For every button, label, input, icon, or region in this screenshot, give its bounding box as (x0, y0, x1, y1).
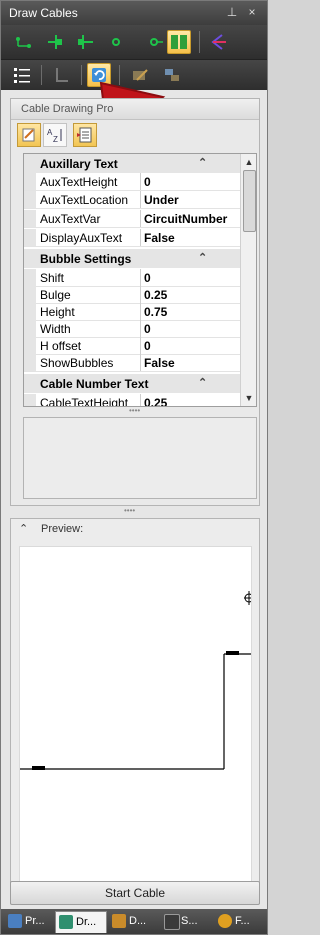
svg-text:Z: Z (53, 135, 58, 144)
tab-devices[interactable]: D... (109, 911, 157, 932)
cable-drawing-properties-group: Cable Drawing Pro AZ Auxillary Text ⌃ Au… (10, 98, 260, 506)
green-points-icon[interactable] (13, 31, 35, 53)
property-name: ShowBubbles (40, 356, 114, 370)
symbols-icon (164, 914, 180, 930)
panel-splitter[interactable]: •••• (10, 507, 258, 515)
collapse-icon[interactable]: ⌃ (198, 251, 207, 264)
group-title: Cable Drawing Pro (21, 103, 114, 115)
preview-panel: ⌃ Preview: (10, 518, 260, 904)
property-row[interactable]: Height 0.75 (24, 303, 240, 321)
property-grid: Auxillary Text ⌃ AuxTextHeight 0 AuxText… (23, 153, 257, 407)
toolbar-separator (199, 31, 200, 53)
book-icon[interactable] (167, 30, 191, 54)
property-row[interactable]: Bulge 0.25 (24, 286, 240, 304)
preview-canvas (19, 546, 254, 897)
category-bubble-settings[interactable]: Bubble Settings ⌃ (24, 249, 240, 268)
property-row[interactable]: H offset 0 (24, 337, 240, 355)
property-value[interactable]: Under (144, 193, 179, 207)
property-row[interactable]: AuxTextHeight 0 (24, 173, 240, 191)
property-row[interactable]: ShowBubbles False (24, 354, 240, 372)
grid-splitter[interactable]: •••• (23, 407, 255, 415)
pin-icon[interactable]: ⊥ (225, 5, 239, 19)
property-row[interactable]: DisplayAuxText False (24, 229, 240, 247)
property-value[interactable]: 0.25 (144, 396, 167, 406)
scroll-up-icon[interactable]: ▲ (243, 156, 255, 168)
edit-icon[interactable] (17, 123, 41, 147)
property-name: Width (40, 322, 71, 336)
property-name: Bulge (40, 288, 71, 302)
category-cable-number-text[interactable]: Cable Number Text ⌃ (24, 374, 240, 393)
property-row[interactable]: AuxTextLocation Under (24, 191, 240, 209)
collapse-icon[interactable]: ⌃ (19, 522, 28, 535)
tab-symbols[interactable]: S... (161, 911, 211, 932)
property-value[interactable]: 0.25 (144, 288, 167, 302)
az-sort-icon[interactable]: AZ (43, 123, 67, 147)
preview-header[interactable]: ⌃ Preview: (11, 519, 259, 539)
property-name: AuxTextVar (40, 212, 101, 226)
scroll-thumb[interactable] (243, 170, 256, 232)
project-icon (8, 914, 22, 928)
property-pages-icon[interactable] (73, 123, 97, 147)
start-cable-button[interactable]: Start Cable (10, 881, 260, 905)
collapse-icon[interactable]: ⌃ (198, 156, 207, 169)
bottom-tab-strip: Pr... Dr... D... S... F... (1, 909, 267, 934)
tab-project[interactable]: Pr... (5, 911, 51, 932)
property-value[interactable]: CircuitNumber (144, 212, 227, 226)
preview-label: Preview: (41, 523, 84, 535)
group-header: Cable Drawing Pro (11, 99, 259, 120)
scroll-down-icon[interactable]: ▼ (243, 392, 255, 404)
draw-cables-panel: Draw Cables ⊥ × Cable Drawing Pro A Z Au… (0, 0, 268, 935)
property-name: DisplayAuxText (40, 231, 123, 245)
title-bar: Draw Cables ⊥ × (1, 1, 267, 25)
tab-footprints[interactable]: F... (215, 911, 263, 932)
property-value[interactable]: 0 (144, 322, 151, 336)
list-view-icon[interactable] (11, 64, 33, 86)
property-name: H offset (40, 339, 82, 353)
category-auxillary-text[interactable]: Auxillary Text ⌃ (24, 154, 240, 173)
property-value[interactable]: 0.75 (144, 305, 167, 319)
property-name: AuxTextHeight (40, 175, 118, 189)
close-icon[interactable]: × (245, 5, 259, 19)
property-value[interactable]: 0 (144, 175, 151, 189)
window-title: Draw Cables (9, 6, 78, 20)
property-name: Shift (40, 271, 65, 285)
property-row[interactable]: AuxTextVar CircuitNumber (24, 210, 240, 228)
vertical-scrollbar[interactable]: ▲ ▼ (240, 154, 256, 406)
cable-arrow-icon[interactable] (207, 31, 229, 53)
cable-preview-drawing (20, 591, 254, 770)
property-name: Height (40, 305, 75, 319)
property-row[interactable]: Width 0 (24, 320, 240, 338)
property-name: AuxTextLocation (40, 193, 129, 207)
disabled-icon[interactable] (51, 64, 73, 86)
property-value[interactable]: 0 (144, 271, 151, 285)
collapse-icon[interactable]: ⌃ (198, 376, 207, 389)
green-dot-line-icon[interactable] (143, 31, 165, 53)
property-description-box (23, 417, 257, 499)
toolbar-separator (41, 65, 42, 85)
property-value[interactable]: False (144, 356, 175, 370)
draw-cable-icon (59, 915, 73, 929)
green-tee-left-icon[interactable] (45, 31, 67, 53)
property-grid-toolbar: AZ (17, 123, 257, 149)
green-dot-icon[interactable] (105, 31, 127, 53)
toolbar-separator (81, 65, 82, 85)
tab-draw-cables[interactable]: Dr... (55, 911, 107, 933)
property-name: CableTextHeight (40, 396, 129, 407)
device-icon (112, 914, 126, 928)
property-row[interactable]: Shift 0 (24, 269, 240, 287)
property-value[interactable]: False (144, 231, 175, 245)
green-tee-right-icon[interactable] (75, 31, 97, 53)
property-value[interactable]: 0 (144, 339, 151, 353)
footprint-icon (218, 914, 232, 928)
cable-toolbar (1, 25, 267, 59)
